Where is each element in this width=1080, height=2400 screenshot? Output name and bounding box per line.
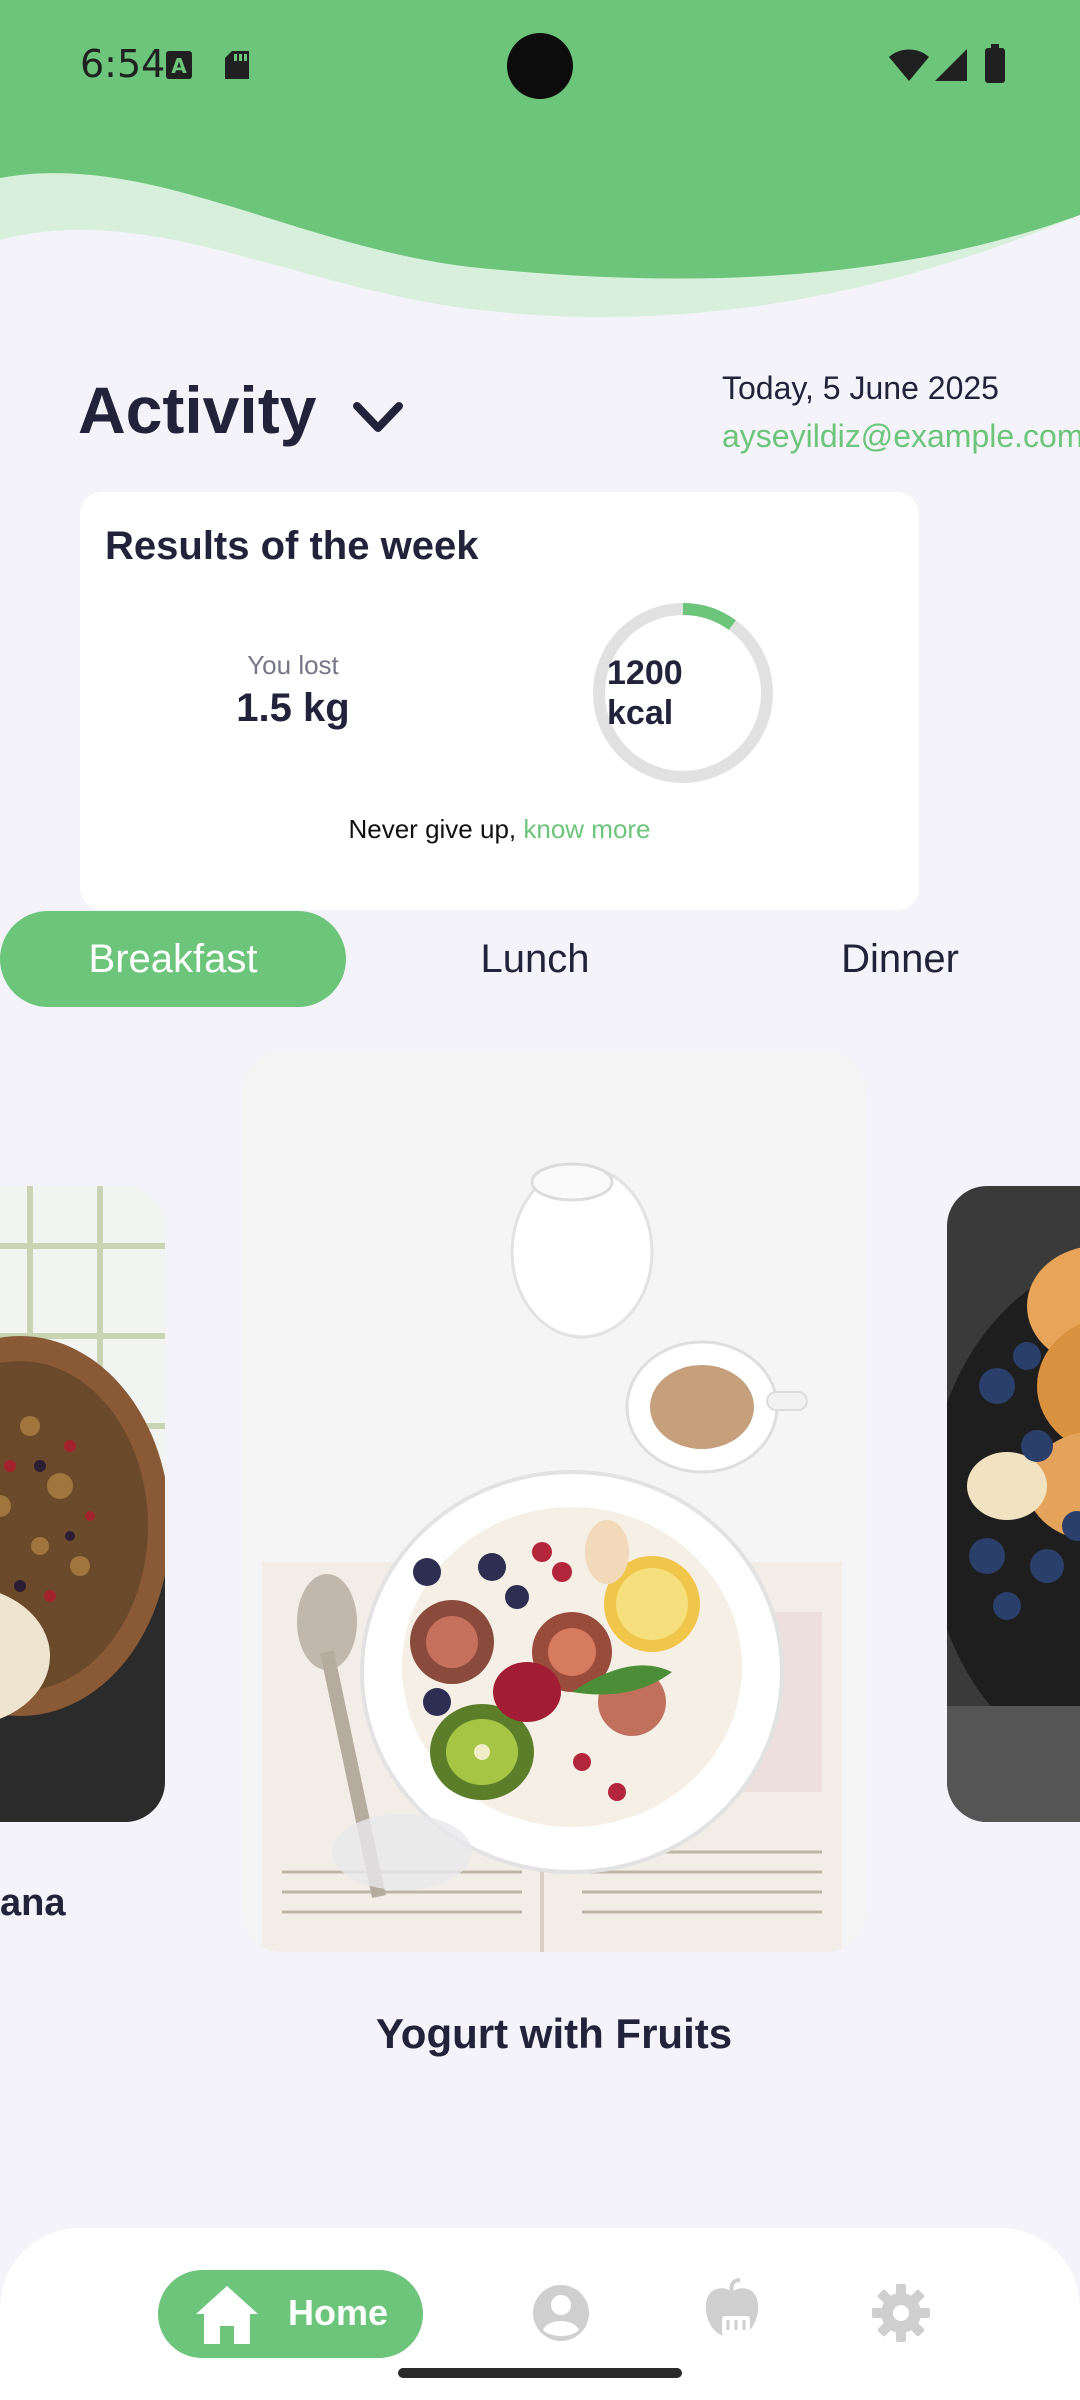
apple-scale-icon[interactable] bbox=[700, 2278, 764, 2342]
kcal-unit: kcal bbox=[607, 694, 674, 732]
date-text: Today, 5 June 2025 bbox=[722, 370, 999, 406]
wifi-icon bbox=[889, 49, 929, 81]
signal-icon bbox=[935, 49, 967, 81]
sd-card-icon bbox=[225, 51, 249, 79]
meal-card-granola[interactable] bbox=[0, 1186, 165, 1822]
motivation-text: Never give up, know more bbox=[80, 814, 919, 845]
chevron-down-icon[interactable] bbox=[352, 400, 404, 436]
results-title: Results of the week bbox=[105, 524, 479, 568]
meal-card-pancakes[interactable] bbox=[947, 1186, 1080, 1822]
settings-icon[interactable] bbox=[872, 2284, 930, 2342]
results-card: Results of the week You lost 1.5 kg 1200… bbox=[80, 492, 919, 910]
bottom-nav: Home bbox=[0, 2228, 1080, 2400]
motivation-prefix: Never give up, bbox=[348, 814, 524, 844]
nav-home-button[interactable]: Home bbox=[158, 2270, 423, 2358]
kcal-value: 1200 bbox=[607, 654, 683, 692]
lost-value: 1.5 kg bbox=[236, 686, 350, 730]
pancakes-image bbox=[947, 1186, 1080, 1822]
battery-icon bbox=[985, 44, 1005, 83]
app-screen: 6:54 A Activity Today, 5 June 2025 aysey… bbox=[0, 0, 1080, 2400]
meal-card-yogurt[interactable] bbox=[242, 1052, 866, 1952]
email-text: ayseyildiz@example.com bbox=[722, 418, 1080, 454]
tab-lunch[interactable]: Lunch bbox=[380, 911, 690, 1007]
a-notification-icon: A bbox=[166, 51, 192, 79]
svg-text:A: A bbox=[171, 54, 187, 78]
status-time: 6:54 bbox=[80, 42, 166, 86]
nav-home-label: Home bbox=[288, 2292, 389, 2333]
home-icon bbox=[196, 2286, 258, 2344]
meal-caption-center: Yogurt with Fruits bbox=[375, 2010, 733, 2057]
camera-cutout bbox=[507, 33, 573, 99]
tab-breakfast[interactable]: Breakfast bbox=[0, 911, 346, 1007]
gesture-bar[interactable] bbox=[398, 2368, 682, 2378]
yogurt-bowl-image bbox=[242, 1052, 866, 1952]
meal-caption-left: ana bbox=[0, 1882, 66, 1924]
lost-label: You lost bbox=[247, 650, 339, 680]
status-bar: 6:54 A bbox=[0, 0, 1080, 130]
activity-title: Activity bbox=[78, 373, 317, 447]
tab-dinner[interactable]: Dinner bbox=[740, 911, 1060, 1007]
profile-icon[interactable] bbox=[532, 2284, 590, 2342]
granola-bowl-image bbox=[0, 1186, 165, 1822]
know-more-link[interactable]: know more bbox=[523, 814, 650, 844]
